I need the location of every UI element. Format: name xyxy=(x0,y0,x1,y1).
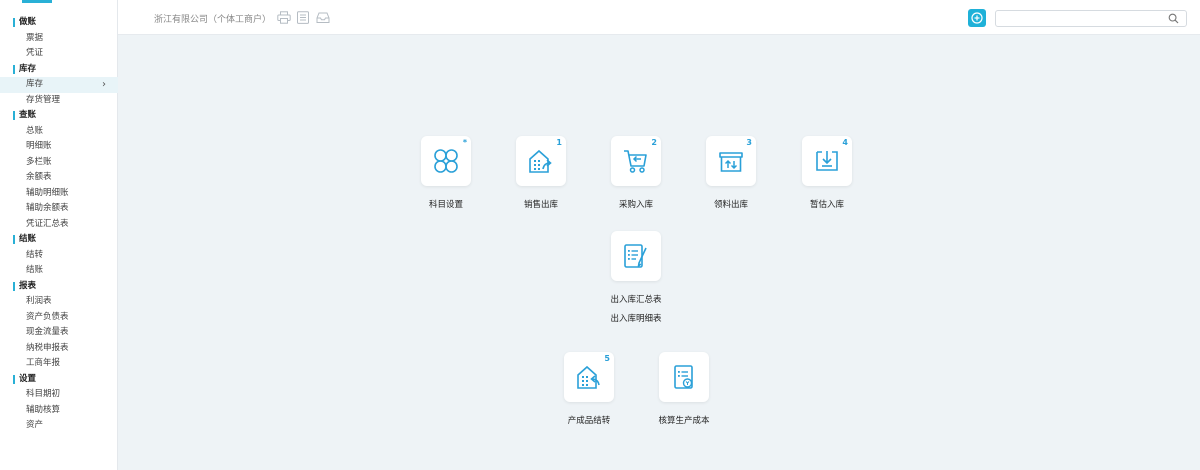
sidebar-item-zichan[interactable]: 资产 xyxy=(0,418,118,434)
four-petal-icon xyxy=(434,149,458,173)
tile-label-kemu-shezhi[interactable]: 科目设置 xyxy=(401,198,491,210)
sidebar-section-chazhang: 查账 xyxy=(0,108,118,124)
sidebar-item-cunhuo-guanli[interactable]: 存货管理 xyxy=(0,93,118,109)
company-name: 浙江有限公司（个体工商户） xyxy=(154,15,272,25)
tile-hesuan-shengchan-chengben[interactable] xyxy=(659,352,709,402)
sidebar-section-baobiao: 报表 xyxy=(0,279,118,295)
tile-xiaoshou-chuku[interactable]: 1 xyxy=(516,136,566,186)
tile-badge: 1 xyxy=(556,138,562,147)
tile-badge: 3 xyxy=(746,138,752,147)
sidebar-nav: 做账 票据 凭证 库存 库存 › 存货管理 查账 总账 明细账 多栏账 余额表 辅… xyxy=(0,15,118,434)
tile-label-caigou-ruku[interactable]: 采购入库 xyxy=(591,198,681,210)
sidebar-item-zichan-fuzhaibiao[interactable]: 资产负债表 xyxy=(0,310,118,326)
sidebar-item-mingxizhang[interactable]: 明细账 xyxy=(0,139,118,155)
tile-churuku-huizong[interactable] xyxy=(611,231,661,281)
tile-badge: 4 xyxy=(842,138,848,147)
sidebar-section-shezhi: 设置 xyxy=(0,372,118,388)
sidebar-section-kucun: 库存 xyxy=(0,62,118,78)
building-return-icon xyxy=(577,365,600,389)
tile-kemu-shezhi[interactable]: * xyxy=(421,136,471,186)
add-button[interactable] xyxy=(968,9,986,27)
header: 浙江有限公司（个体工商户） xyxy=(118,0,1200,35)
sidebar-item-xianjin-liuliangbiao[interactable]: 现金流量表 xyxy=(0,325,118,341)
list-pen-icon xyxy=(624,244,647,268)
tile-label-lingliao-chuku[interactable]: 领料出库 xyxy=(686,198,776,210)
cart-icon xyxy=(624,150,647,173)
sidebar: 做账 票据 凭证 库存 库存 › 存货管理 查账 总账 明细账 多栏账 余额表 辅… xyxy=(0,0,118,470)
tile-lingliao-chuku[interactable]: 3 xyxy=(706,136,756,186)
sidebar-item-yuebiao[interactable]: 余额表 xyxy=(0,170,118,186)
sidebar-item-zongzhang[interactable]: 总账 xyxy=(0,124,118,140)
tile-label-hesuan-shengchan-chengben[interactable]: 核算生产成本 xyxy=(639,414,729,426)
sidebar-section-zuozhang: 做账 xyxy=(0,15,118,31)
tile-badge: 2 xyxy=(651,138,657,147)
sidebar-item-duolanzhang[interactable]: 多栏账 xyxy=(0,155,118,171)
sidebar-item-jiezhang[interactable]: 结账 xyxy=(0,263,118,279)
sidebar-item-pingzheng-huizong[interactable]: 凭证汇总表 xyxy=(0,217,118,233)
sidebar-item-lirunbiao[interactable]: 利润表 xyxy=(0,294,118,310)
sidebar-item-pingzheng[interactable]: 凭证 xyxy=(0,46,118,62)
sidebar-section-jiezhang: 结账 xyxy=(0,232,118,248)
chevron-right-icon: › xyxy=(102,79,106,90)
sidebar-top-accent xyxy=(22,0,52,3)
printer-icon[interactable] xyxy=(277,11,291,24)
tile-label-chanchengpin-jiezhuan[interactable]: 产成品结转 xyxy=(544,414,634,426)
search-icon[interactable] xyxy=(1168,13,1179,24)
building-out-icon xyxy=(529,149,552,173)
tile-label-zangu-ruku[interactable]: 暂估入库 xyxy=(782,198,872,210)
box-up-icon xyxy=(719,152,743,172)
tile-label-churuku-mingxi[interactable]: 出入库明细表 xyxy=(591,312,681,324)
sidebar-item-gongshang-nianbao[interactable]: 工商年报 xyxy=(0,356,118,372)
tile-badge: 5 xyxy=(604,354,610,363)
sidebar-item-fuzhu-mingxizhang[interactable]: 辅助明细账 xyxy=(0,186,118,202)
search-input[interactable] xyxy=(995,10,1187,27)
tile-label-xiaoshou-chuku[interactable]: 销售出库 xyxy=(496,198,586,210)
document-list-icon[interactable] xyxy=(296,11,310,24)
sidebar-item-fuzhu-yuebiao[interactable]: 辅助余额表 xyxy=(0,201,118,217)
tile-label-churuku-huizong[interactable]: 出入库汇总表 xyxy=(591,293,681,305)
inbox-icon[interactable] xyxy=(316,11,330,24)
tile-chanchengpin-jiezhuan[interactable]: 5 xyxy=(564,352,614,402)
inbox-down-icon xyxy=(816,151,838,171)
sidebar-item-fuzhu-hesuan[interactable]: 辅助核算 xyxy=(0,403,118,419)
plus-circle-icon xyxy=(971,12,983,24)
sidebar-item-kemu-qichu[interactable]: 科目期初 xyxy=(0,387,118,403)
doc-coin-icon xyxy=(674,365,693,389)
sidebar-item-jiezhuan[interactable]: 结转 xyxy=(0,248,118,264)
sidebar-item-kucun[interactable]: 库存 › xyxy=(0,77,118,93)
tile-badge: * xyxy=(462,138,467,147)
tile-caigou-ruku[interactable]: 2 xyxy=(611,136,661,186)
sidebar-item-label: 库存 xyxy=(26,79,44,89)
sidebar-item-nashui-shenbaobiao[interactable]: 纳税申报表 xyxy=(0,341,118,357)
tile-zangu-ruku[interactable]: 4 xyxy=(802,136,852,186)
sidebar-item-piaoju[interactable]: 票据 xyxy=(0,31,118,47)
